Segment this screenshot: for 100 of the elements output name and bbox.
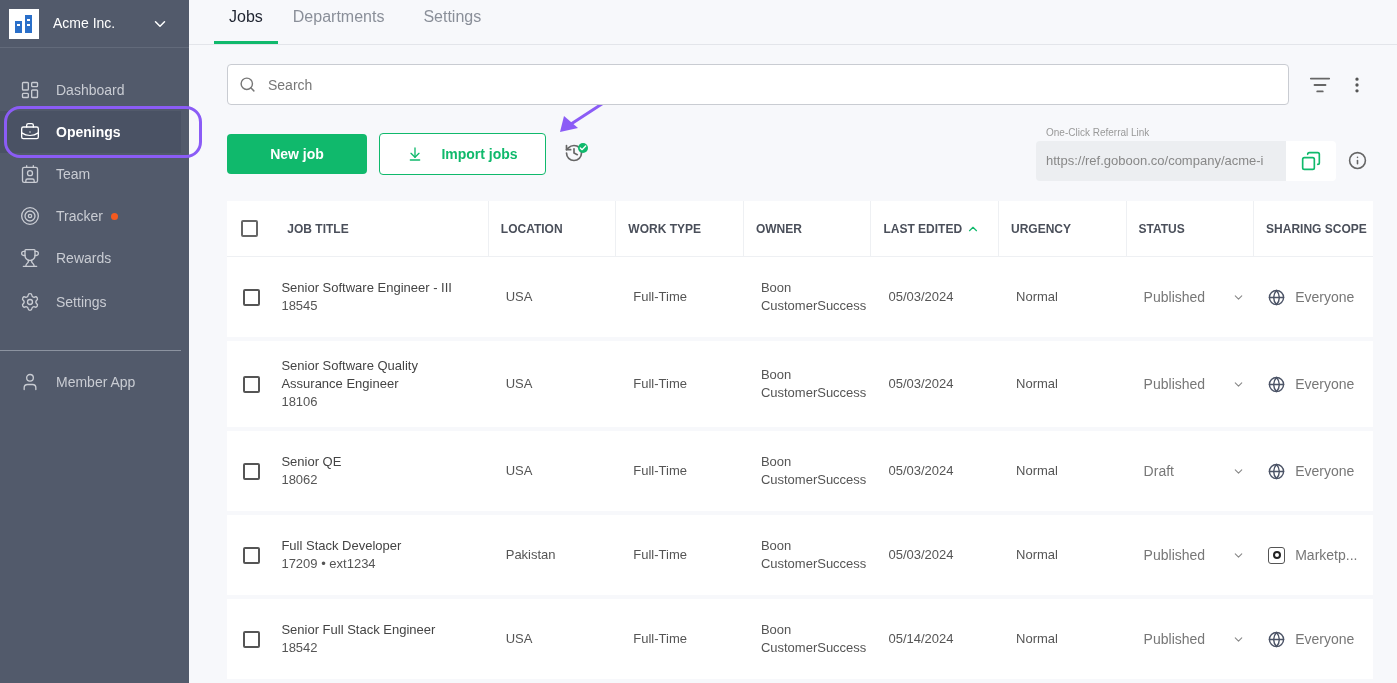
last-edited-date: 05/03/2024: [888, 547, 954, 563]
column-header[interactable]: STATUS: [1138, 219, 1185, 238]
job-id: 18106: [281, 393, 319, 411]
tab[interactable]: Settings: [408, 5, 497, 44]
work-type: Full-Time: [633, 289, 687, 305]
copy-button[interactable]: [1286, 141, 1336, 181]
sharing-scope: Everyone: [1295, 461, 1355, 481]
search-field[interactable]: Search: [227, 64, 1289, 105]
status-dropdown[interactable]: Draft: [1143, 460, 1232, 482]
briefcase-icon: [20, 122, 40, 142]
import-jobs-button[interactable]: Import jobs: [379, 133, 546, 175]
referral-link-label: One-Click Referral Link: [1046, 127, 1151, 139]
location: USA: [505, 463, 533, 479]
sidebar-item[interactable]: Openings: [0, 111, 181, 153]
sidebar-label: Member App: [56, 372, 136, 392]
status-dropdown[interactable]: Published: [1143, 628, 1232, 650]
urgency: Normal: [1016, 631, 1058, 647]
job-id: 18542: [281, 639, 319, 657]
contact-book-icon: [20, 164, 40, 184]
column-header[interactable]: WORK TYPE: [628, 219, 702, 238]
sidebar-label: Tracker: [56, 206, 103, 226]
location: Pakistan: [505, 547, 556, 563]
tab[interactable]: Jobs: [214, 5, 278, 44]
owner-name: CustomerSuccess: [760, 639, 868, 657]
globe-icon: [1268, 375, 1286, 393]
info-icon[interactable]: [1348, 150, 1367, 170]
sidebar-label: Team: [56, 164, 91, 184]
owner-name: CustomerSuccess: [760, 384, 868, 402]
urgency: Normal: [1016, 463, 1058, 479]
settings-icon: [20, 292, 40, 312]
sidebar-label: Dashboard: [56, 80, 125, 100]
last-edited-date: 05/03/2024: [888, 463, 954, 479]
job-title[interactable]: Senior QE: [281, 453, 479, 471]
status-dropdown[interactable]: Published: [1143, 286, 1232, 308]
checkbox[interactable]: [243, 546, 260, 564]
location: USA: [505, 289, 533, 305]
owner-name: Boon: [760, 537, 793, 555]
trophy-icon: [20, 248, 40, 268]
owner-name: Boon: [760, 453, 793, 471]
owner-name: CustomerSuccess: [760, 555, 868, 573]
sidebar-item[interactable]: Member App: [0, 361, 173, 403]
search-icon: [239, 76, 256, 93]
sidebar-label: Rewards: [56, 248, 112, 268]
copy-icon: [1301, 151, 1321, 171]
column-header[interactable]: LAST EDITED: [883, 219, 963, 238]
urgency: Normal: [1016, 376, 1058, 392]
urgency: Normal: [1016, 289, 1058, 305]
company-logo: [9, 8, 39, 39]
job-title[interactable]: Senior Full Stack Engineer: [281, 621, 479, 639]
globe-icon: [1268, 630, 1286, 648]
sharing-scope: Everyone: [1295, 287, 1355, 307]
work-type: Full-Time: [633, 376, 687, 392]
work-type: Full-Time: [633, 463, 687, 479]
job-title[interactable]: Senior Software Quality Assurance Engineer: [281, 357, 479, 393]
new-job-button[interactable]: New job: [227, 134, 367, 174]
sidebar-item[interactable]: Dashboard: [0, 69, 181, 111]
sharing-scope: Marketp...: [1295, 545, 1358, 565]
last-edited-date: 05/03/2024: [888, 376, 954, 392]
sidebar-label: Openings: [56, 122, 121, 142]
sidebar-item[interactable]: Team: [0, 153, 181, 195]
urgency: Normal: [1016, 547, 1058, 563]
owner-name: Boon: [760, 366, 793, 384]
globe-icon: [1268, 462, 1286, 480]
checkbox[interactable]: [241, 220, 258, 237]
work-type: Full-Time: [633, 631, 687, 647]
owner-name: CustomerSuccess: [760, 297, 868, 315]
column-header[interactable]: OWNER: [755, 219, 802, 238]
checkbox[interactable]: [243, 288, 260, 306]
work-type: Full-Time: [633, 547, 687, 563]
target-icon: [20, 206, 40, 226]
sharing-scope: Everyone: [1295, 629, 1355, 649]
job-title[interactable]: Full Stack Developer: [281, 537, 479, 555]
job-id: 17209 • ext1234: [281, 555, 377, 573]
sidebar-item[interactable]: Rewards: [0, 237, 181, 279]
owner-name: Boon: [760, 621, 793, 639]
status-dropdown[interactable]: Published: [1143, 544, 1232, 566]
last-edited-date: 05/14/2024: [888, 631, 954, 647]
job-title[interactable]: Senior Software Engineer - III: [281, 279, 479, 297]
checkbox[interactable]: [243, 630, 260, 648]
location: USA: [505, 376, 533, 392]
status-dropdown[interactable]: Published: [1143, 373, 1232, 395]
checkbox[interactable]: [243, 462, 260, 480]
location: USA: [505, 631, 533, 647]
column-header[interactable]: URGENCY: [1011, 219, 1071, 238]
sidebar-label: Settings: [56, 292, 107, 312]
column-header[interactable]: JOB TITLE: [287, 219, 349, 238]
owner-name: CustomerSuccess: [760, 471, 868, 489]
column-header[interactable]: LOCATION: [500, 219, 563, 238]
tab[interactable]: Departments: [277, 5, 400, 44]
sidebar-item[interactable]: Settings: [0, 281, 181, 323]
checkbox[interactable]: [243, 375, 260, 393]
column-header[interactable]: SHARING SCOPE: [1266, 219, 1367, 238]
referral-link-field[interactable]: https://ref.goboon.co/company/acme-i: [1036, 141, 1286, 181]
dashboard-icon: [20, 80, 40, 100]
sidebar-item[interactable]: Tracker: [0, 195, 181, 237]
last-edited-date: 05/03/2024: [888, 289, 954, 305]
job-id: 18062: [281, 471, 319, 489]
sharing-scope: Everyone: [1295, 374, 1355, 394]
globe-icon: [1268, 288, 1286, 306]
company-name: Acme Inc.: [53, 14, 117, 33]
